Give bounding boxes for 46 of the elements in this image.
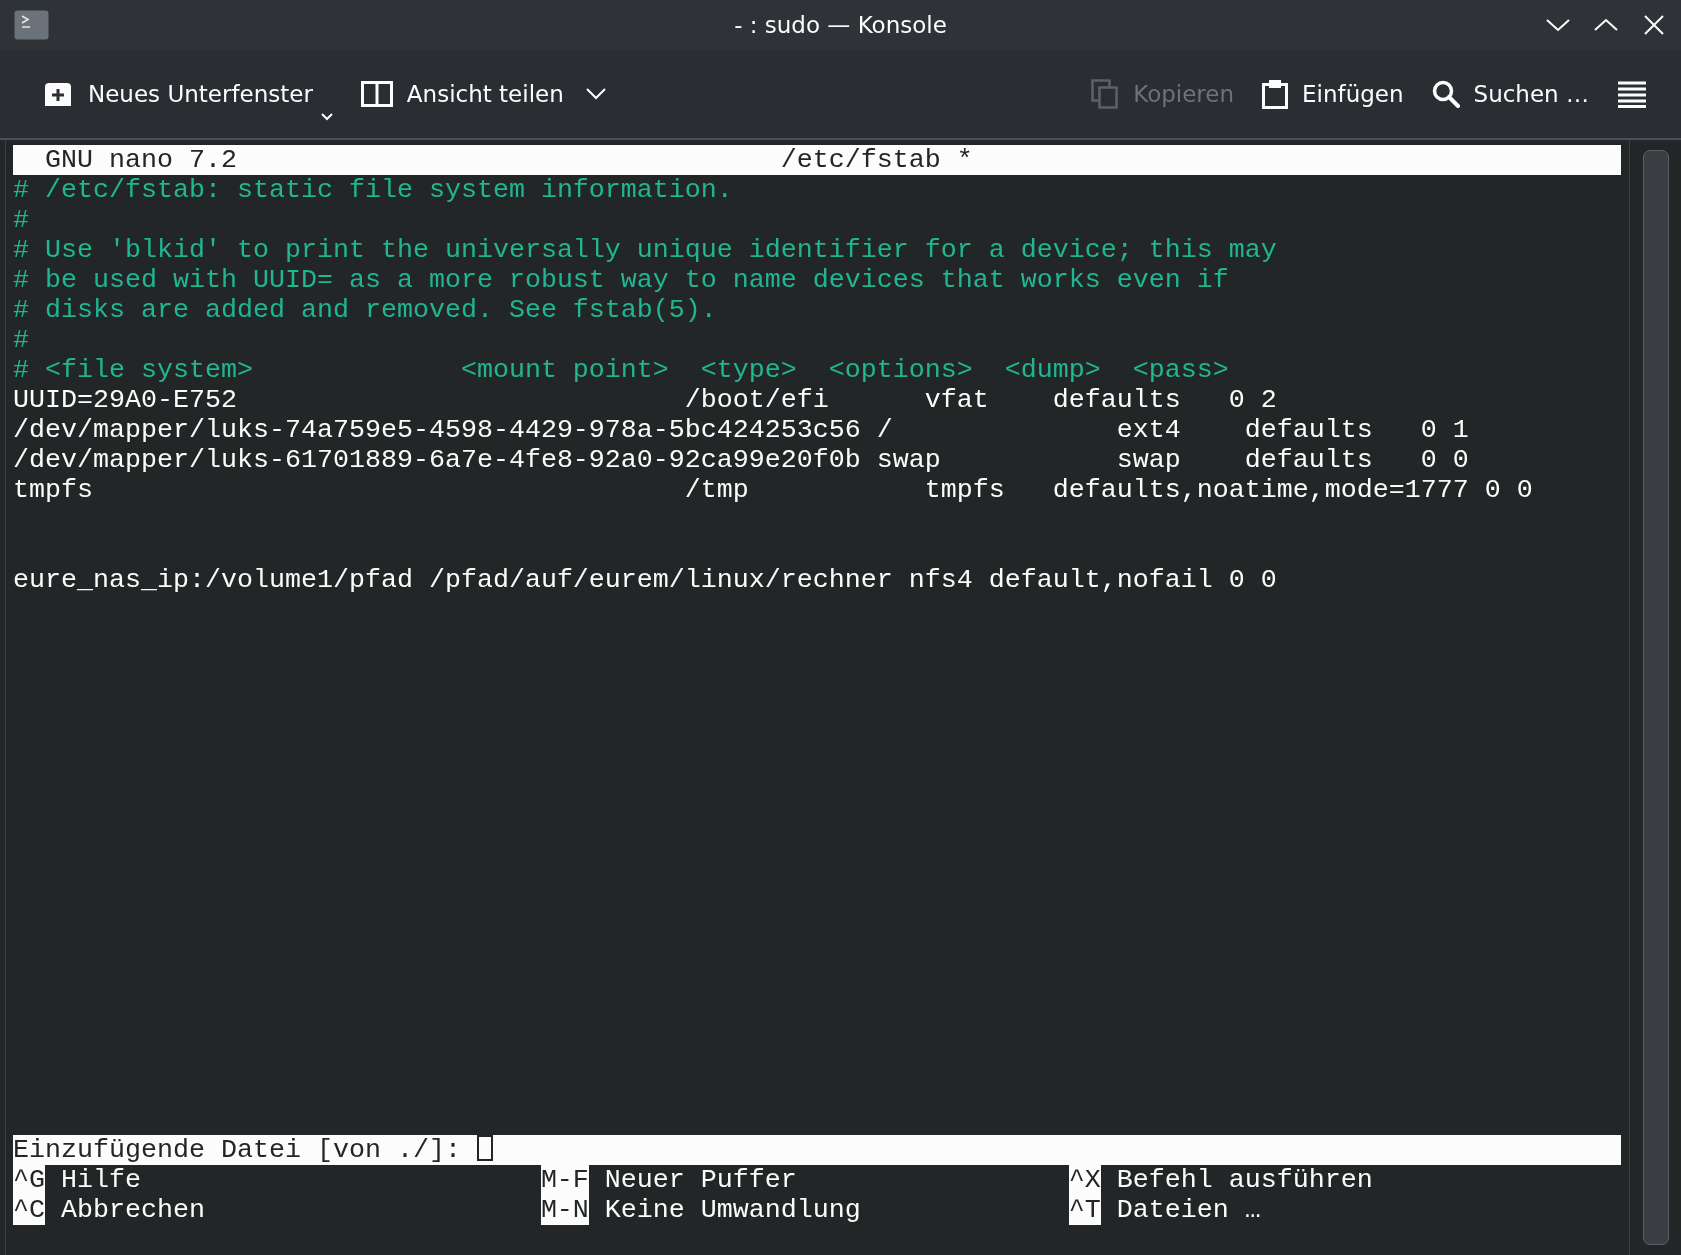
config-line: UUID=29A0-E752 /boot/efi vfat defaults 0 2 <box>13 385 1278 415</box>
comment-line: # <file system> <mount point> <type> <options> <dump> <pass> <box>13 355 1230 385</box>
shortcut-key: ^G <box>13 1165 45 1195</box>
shortcut-label: Hilfe <box>61 1165 141 1195</box>
split-view-icon <box>360 81 393 107</box>
comment-line: # disks are added and removed. See fstab(5). <box>13 295 718 325</box>
shortcut-label: Dateien … <box>1116 1195 1261 1225</box>
scrollbar-thumb[interactable] <box>1643 150 1669 1245</box>
shortcut-key: M-N <box>540 1195 589 1225</box>
text-cursor <box>476 1135 493 1161</box>
shortcut-label: Befehl ausführen <box>1116 1165 1373 1195</box>
chevron-down-icon <box>1546 18 1570 32</box>
comment-line: # /etc/fstab: static file system information. <box>13 175 734 205</box>
toolbar-button[interactable]: Einfügen <box>1258 70 1408 118</box>
caret-icon <box>320 113 333 122</box>
shortcut-key: M-F <box>540 1165 589 1195</box>
config-line: /dev/mapper/luks-74a759e5-4598-4429-978a-5bc424253c56 / ext4 defaults 0 1 <box>13 415 1470 445</box>
window-title: - : sudo — Konsole <box>734 10 947 40</box>
shortcut-label: Neuer Puffer <box>604 1165 797 1195</box>
config-line: /dev/mapper/luks-61701889-6a7e-4fe8-92a0-92ca99e20f0b swap swap defaults 0 0 <box>13 445 1470 475</box>
toolbar-button[interactable]: Suchen … <box>1427 70 1593 118</box>
copy-icon <box>1091 79 1120 109</box>
shortcut-key: ^T <box>1068 1195 1101 1225</box>
comment-line: # <box>13 205 30 235</box>
caret-icon <box>585 88 606 100</box>
app-version: GNU nano 7.2 <box>44 145 238 175</box>
shortcut-key: ^X <box>1068 1165 1101 1195</box>
toolbar-button[interactable]: Neues Unterfenster <box>38 70 337 118</box>
shortcut-label: Keine Umwandlung <box>604 1195 861 1225</box>
config-line: eure_nas_ip:/volume1/pfad /pfad/auf/eurem/linux/rechner nfs4 default,nofail 0 0 <box>13 565 1278 595</box>
close-icon <box>1644 15 1664 35</box>
comment-line: # <box>13 325 30 355</box>
chevron-up-icon <box>1594 18 1618 32</box>
config-line: tmpfs /tmp tmpfs defaults,noatime,mode=1777 0 0 <box>13 475 1534 505</box>
prompt-label: Einzufügende Datei [von ./]: <box>13 1135 461 1165</box>
comment-line: # be used with UUID= as a more robust way to name devices that works even if <box>13 265 1230 295</box>
shortcut-label: Abbrechen <box>61 1195 205 1225</box>
toolbar-button[interactable]: Ansicht teilen <box>356 70 610 118</box>
file-name: /etc/fstab * <box>780 145 973 175</box>
tab-plus-icon <box>42 81 74 107</box>
menu-icon <box>1617 80 1647 108</box>
terminal-app-icon <box>14 10 49 40</box>
comment-line: # Use 'blkid' to print the universally unique identifier for a device; this may <box>13 235 1278 265</box>
clipboard-icon <box>1262 79 1289 109</box>
search-icon <box>1431 80 1460 108</box>
shortcut-key: ^C <box>13 1195 45 1225</box>
